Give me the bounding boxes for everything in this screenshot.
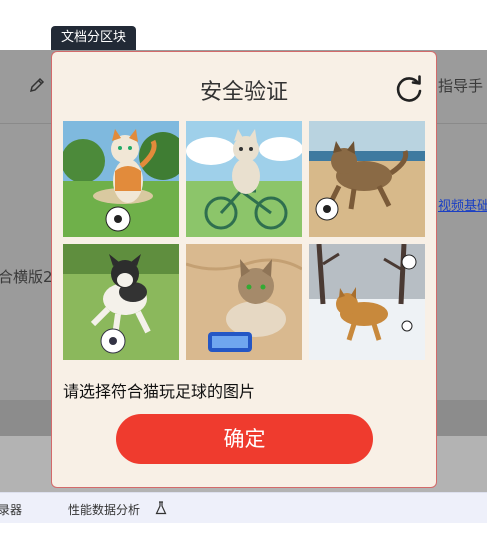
captcha-image-6[interactable] (309, 244, 425, 360)
section-tag: 文档分区块 (51, 26, 137, 50)
dialog-title: 安全验证 (199, 80, 288, 105)
background-label-left: 合横版2 (0, 268, 53, 286)
captcha-image-5[interactable] (186, 244, 302, 360)
captcha-dialog: 安全验证 请选择符合猫玩足球的图片 确定 (51, 51, 437, 488)
background-link[interactable]: 视频基础 (438, 195, 487, 214)
captcha-image-3[interactable] (309, 121, 425, 237)
bottom-tab-recorder[interactable]: 录器 (0, 501, 22, 518)
flask-icon (155, 501, 167, 515)
captcha-image-4[interactable] (63, 244, 179, 360)
background-label-right: 指导手 (438, 77, 484, 95)
captcha-prompt: 请选择符合猫玩足球的图片 (63, 382, 256, 401)
bottom-toolbar: 录器 性能数据分析 (0, 492, 487, 523)
captcha-image-2[interactable] (186, 121, 302, 237)
captcha-image-1[interactable] (63, 121, 179, 237)
confirm-button[interactable]: 确定 (116, 414, 373, 464)
pencil-icon[interactable] (28, 76, 46, 94)
bottom-tab-performance[interactable]: 性能数据分析 (68, 501, 140, 518)
refresh-icon[interactable] (394, 74, 424, 104)
